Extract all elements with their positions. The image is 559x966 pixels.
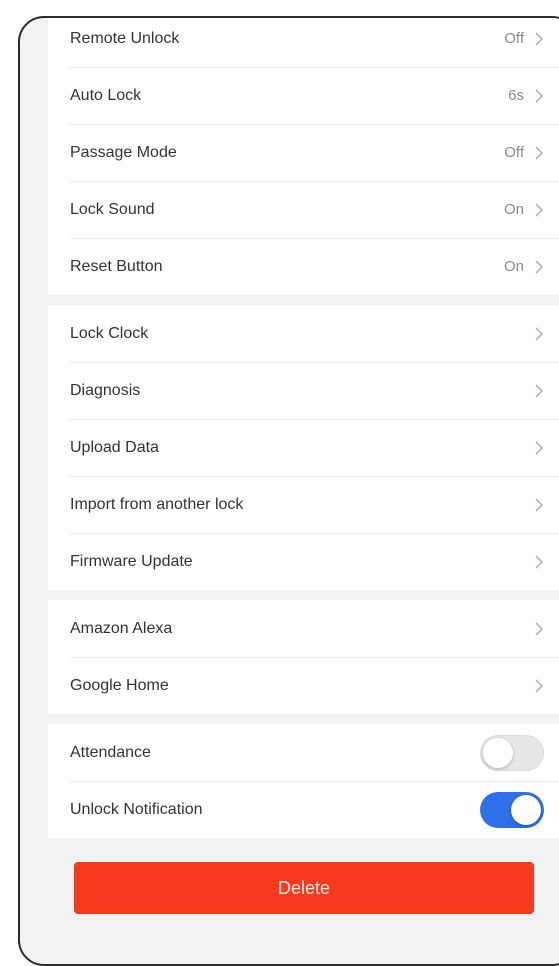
lock-clock-row[interactable]: Lock Clock — [48, 305, 559, 362]
chevron-right-icon — [532, 553, 546, 571]
chevron-right-icon — [532, 677, 546, 695]
row-label: Remote Unlock — [70, 29, 180, 47]
row-label: Upload Data — [70, 438, 159, 456]
row-label: Passage Mode — [70, 143, 177, 161]
lock-sound-row[interactable]: Lock Sound On — [48, 181, 559, 238]
passage-mode-row[interactable]: Passage Mode Off — [48, 124, 559, 181]
firmware-update-row[interactable]: Firmware Update — [48, 533, 559, 590]
attendance-row: Attendance — [48, 724, 559, 781]
chevron-right-icon — [532, 382, 546, 400]
row-value: Off — [504, 144, 524, 161]
chevron-right-icon — [532, 30, 546, 48]
delete-section: Delete — [48, 838, 559, 914]
row-value: Off — [504, 30, 524, 47]
settings-group-integrations: Amazon Alexa Google Home — [48, 600, 559, 714]
chevron-right-icon — [532, 620, 546, 638]
row-value: 6s — [508, 87, 524, 104]
unlock-notification-row: Unlock Notification — [48, 781, 559, 838]
row-label: Unlock Notification — [70, 800, 203, 818]
settings-group-maintenance: Lock Clock Diagnosis Upload Data Import … — [48, 305, 559, 590]
auto-lock-row[interactable]: Auto Lock 6s — [48, 67, 559, 124]
settings-screen: Remote Unlock Off Auto Lock 6s Passage M… — [48, 18, 559, 964]
row-label: Lock Sound — [70, 200, 155, 218]
row-value: On — [503, 201, 524, 218]
chevron-right-icon — [532, 87, 546, 105]
chevron-right-icon — [532, 325, 546, 343]
reset-button-row[interactable]: Reset Button On — [48, 238, 559, 295]
amazon-alexa-row[interactable]: Amazon Alexa — [48, 600, 559, 657]
row-label: Diagnosis — [70, 381, 141, 399]
row-label: Firmware Update — [70, 552, 193, 570]
delete-button[interactable]: Delete — [74, 862, 534, 914]
chevron-right-icon — [532, 258, 546, 276]
remote-unlock-row[interactable]: Remote Unlock Off — [48, 18, 559, 67]
row-label: Google Home — [70, 676, 169, 694]
unlock-notification-toggle[interactable] — [480, 791, 544, 828]
row-label: Reset Button — [70, 257, 163, 275]
diagnosis-row[interactable]: Diagnosis — [48, 362, 559, 419]
settings-group-lock-options: Remote Unlock Off Auto Lock 6s Passage M… — [48, 18, 559, 295]
settings-group-toggles: Attendance Unlock Notification — [48, 724, 559, 838]
chevron-right-icon — [532, 201, 546, 219]
row-label: Amazon Alexa — [70, 619, 173, 637]
row-value: On — [503, 258, 524, 275]
google-home-row[interactable]: Google Home — [48, 657, 559, 714]
row-label: Import from another lock — [70, 495, 244, 513]
row-label: Lock Clock — [70, 324, 149, 342]
row-label: Attendance — [70, 743, 151, 761]
chevron-right-icon — [532, 439, 546, 457]
row-label: Auto Lock — [70, 86, 142, 104]
device-frame: Remote Unlock Off Auto Lock 6s Passage M… — [18, 16, 559, 966]
upload-data-row[interactable]: Upload Data — [48, 419, 559, 476]
toggle-knob — [511, 794, 541, 825]
toggle-knob — [483, 737, 513, 768]
chevron-right-icon — [532, 496, 546, 514]
import-from-another-lock-row[interactable]: Import from another lock — [48, 476, 559, 533]
attendance-toggle[interactable] — [480, 734, 544, 771]
chevron-right-icon — [532, 144, 546, 162]
